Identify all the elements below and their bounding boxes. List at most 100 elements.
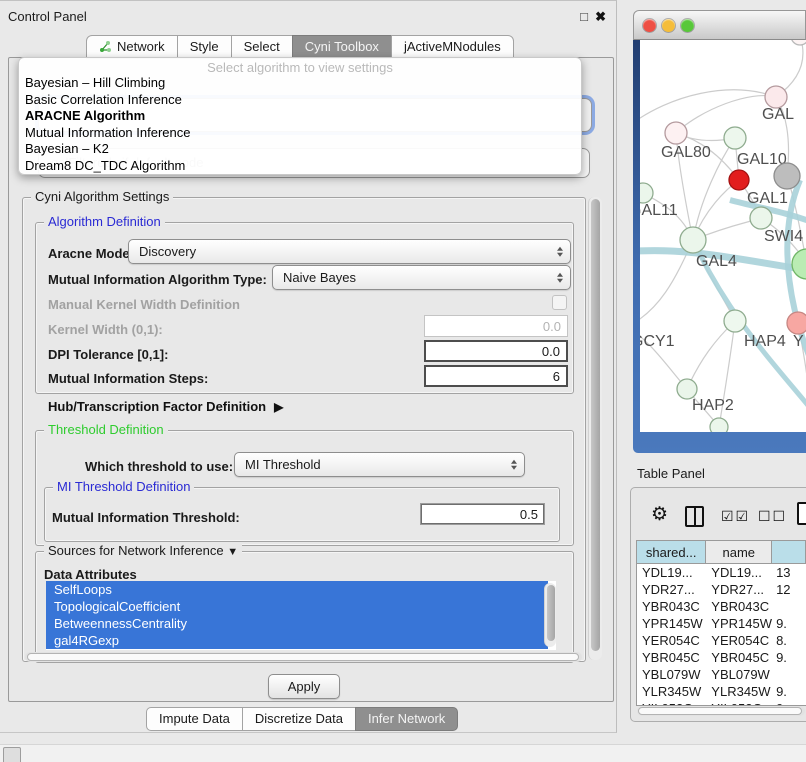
table-cell: 9.	[772, 684, 806, 699]
algorithm-option-mutual-information-inference[interactable]: Mutual Information Inference	[19, 125, 581, 142]
mi-threshold-definition-title: MI Threshold Definition	[53, 479, 194, 494]
node-gal11-label: GAL11	[640, 202, 678, 219]
aracne-mode-select[interactable]: Discovery	[128, 239, 571, 264]
algorithm-option-aracne-algorithm[interactable]: ARACNE Algorithm	[19, 108, 581, 125]
data-attributes-list[interactable]: SelfLoopsTopologicalCoefficientBetweenne…	[46, 581, 556, 650]
zoom-button[interactable]	[681, 19, 694, 32]
node-hap2[interactable]	[677, 379, 697, 399]
table-cell: YDL19...	[637, 565, 706, 580]
algorithm-option-basic-correlation-inference[interactable]: Basic Correlation Inference	[19, 92, 581, 109]
combo-arrows-icon	[557, 246, 563, 257]
table-cell: YDR27...	[706, 582, 772, 597]
checked-columns-icon[interactable]: ☑☑	[721, 508, 750, 525]
node-salmon[interactable]	[787, 312, 806, 334]
settings-horizontal-scrollbar[interactable]	[25, 652, 582, 662]
kernel-width-field[interactable]: 0.0	[424, 315, 568, 337]
algorithm-option-dream8-dc-tdc-algorithm[interactable]: Dream8 DC_TDC Algorithm	[19, 158, 581, 175]
tab-jactivemnodules[interactable]: jActiveMNodules	[391, 35, 514, 59]
mi-algorithm-type-value: Naive Bayes	[283, 270, 356, 285]
table-row[interactable]: YPR145WYPR145W9.	[637, 615, 806, 632]
algorithm-option-bayesian-hill-climbing[interactable]: Bayesian – Hill Climbing	[19, 75, 581, 92]
node-hap4[interactable]	[724, 310, 746, 332]
node-gal4-label: GAL4	[696, 253, 737, 270]
network-view-canvas[interactable]: GALGAL80GAL10GAL1GAL11SWI4GAL4GCY1HAP4YH…	[640, 40, 806, 432]
settings-vertical-scrollbar[interactable]	[588, 197, 602, 660]
tab-network[interactable]: Network	[86, 35, 178, 59]
close-button[interactable]	[643, 19, 656, 32]
node-partial-bottom[interactable]	[710, 418, 728, 432]
table-row[interactable]: YBL079WYBL079W	[637, 666, 806, 683]
threshold-definition-title: Threshold Definition	[44, 422, 168, 437]
column-header-shared[interactable]: shared...	[637, 541, 706, 563]
tab-discretize-data[interactable]: Discretize Data	[242, 707, 356, 731]
minimize-button[interactable]	[662, 19, 675, 32]
node-gal4[interactable]	[680, 227, 706, 253]
node-gal80[interactable]	[665, 122, 687, 144]
settings-scrollbar-thumb[interactable]	[591, 199, 600, 651]
table-cell: 12	[772, 582, 806, 597]
node-gal-top-label: GAL	[762, 106, 794, 123]
tab-cyni-toolbox[interactable]: Cyni Toolbox	[292, 35, 392, 59]
attribute-item-gal4rgexp[interactable]: gal4RGexp	[46, 632, 548, 649]
column-header-partial[interactable]	[772, 541, 806, 563]
mi-threshold-field[interactable]: 0.5	[420, 503, 545, 525]
node-gal1[interactable]	[729, 170, 749, 190]
attribute-item-selfloops[interactable]: SelfLoops	[46, 581, 548, 598]
document-icon[interactable]	[797, 502, 806, 525]
table-cell: YDR27...	[637, 582, 706, 597]
node-hap2-label: HAP2	[692, 397, 734, 414]
column-header-name[interactable]: name	[706, 541, 772, 563]
tab-label: Impute Data	[159, 711, 230, 726]
minimized-panel-icon[interactable]	[3, 747, 21, 762]
node-gal-top[interactable]	[765, 86, 787, 108]
table-row[interactable]: YDR27...YDR27...12	[637, 581, 806, 598]
status-bar	[0, 744, 806, 762]
node-gcy1-label: GCY1	[640, 333, 675, 350]
table-horizontal-scrollbar[interactable]	[637, 706, 805, 716]
tab-impute-data[interactable]: Impute Data	[146, 707, 243, 731]
attributes-vertical-scrollbar[interactable]	[544, 583, 556, 647]
collapse-arrow-icon[interactable]: ▼	[227, 546, 238, 558]
attribute-item-topologicalcoefficient[interactable]: TopologicalCoefficient	[46, 598, 548, 615]
table-row[interactable]: YER054CYER054C8.	[637, 632, 806, 649]
dpi-tolerance-field[interactable]: 0.0	[424, 340, 568, 362]
table-cell: YDL19...	[706, 565, 772, 580]
tab-style[interactable]: Style	[177, 35, 232, 59]
attribute-item-betweennesscentrality[interactable]: BetweennessCentrality	[46, 615, 548, 632]
float-window-icon[interactable]: □	[580, 9, 588, 24]
horizontal-scrollbar-thumb[interactable]	[27, 653, 579, 661]
table-row[interactable]: YBR045CYBR045C9.	[637, 649, 806, 666]
table-row[interactable]: YLR345WYLR345W9.	[637, 683, 806, 700]
node-table[interactable]: shared...name YDL19...YDL19...13YDR27...…	[636, 540, 806, 706]
node-gal10[interactable]	[724, 127, 746, 149]
node-partial-top[interactable]	[791, 40, 806, 45]
node-gal80-label: GAL80	[661, 144, 711, 161]
which-threshold-select[interactable]: MI Threshold	[234, 452, 525, 477]
network-window-titlebar[interactable]	[633, 10, 806, 40]
node-swi4[interactable]	[750, 207, 772, 229]
manual-kernel-width-label: Manual Kernel Width Definition	[48, 297, 240, 312]
mi-steps-field[interactable]: 6	[424, 365, 568, 387]
table-cell: 8.	[772, 633, 806, 648]
columns-icon[interactable]	[685, 506, 704, 527]
gear-icon[interactable]: ⚙	[651, 503, 668, 526]
hub-definition-expander[interactable]: Hub/Transcription Factor Definition ▶	[48, 399, 283, 414]
algorithm-option-bayesian-k2[interactable]: Bayesian – K2	[19, 141, 581, 158]
table-row[interactable]: YBR043CYBR043C	[637, 598, 806, 615]
node-gray[interactable]	[774, 163, 800, 189]
mi-algorithm-type-select[interactable]: Naive Bayes	[272, 265, 571, 290]
apply-button[interactable]: Apply	[268, 674, 340, 699]
dpi-tolerance-label: DPI Tolerance [0,1]:	[48, 347, 168, 362]
tab-infer-network[interactable]: Infer Network	[355, 707, 458, 731]
node-big-green[interactable]	[792, 249, 806, 279]
tab-select[interactable]: Select	[231, 35, 293, 59]
table-scrollbar-thumb[interactable]	[638, 707, 802, 715]
attributes-scrollbar-thumb[interactable]	[547, 585, 555, 641]
close-icon[interactable]: ✖	[595, 9, 606, 25]
node-gal11[interactable]	[640, 183, 653, 203]
unchecked-columns-icon[interactable]: ☐☐	[758, 508, 787, 525]
algorithm-dropdown-list: Bayesian – Hill ClimbingBasic Correlatio…	[19, 75, 581, 174]
table-row[interactable]: YDL19...YDL19...13	[637, 564, 806, 581]
tab-label: Network	[117, 39, 165, 54]
manual-kernel-width-checkbox[interactable]	[552, 295, 567, 310]
